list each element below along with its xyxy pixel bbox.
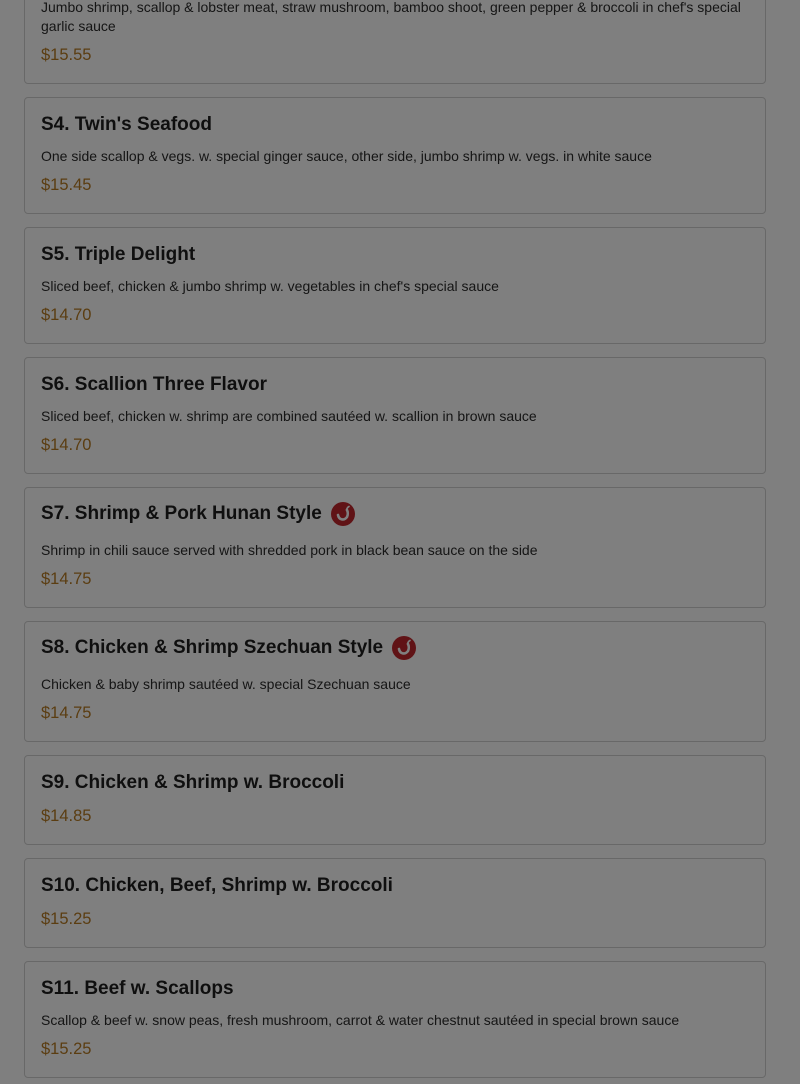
item-title: S4. Twin's Seafood <box>41 114 212 136</box>
item-name: S11. Beef w. Scallops <box>41 978 234 999</box>
menu-item-card[interactable]: S10. Chicken, Beef, Shrimp w. Broccoli $… <box>24 858 766 948</box>
menu-item-card[interactable]: Jumbo shrimp, scallop & lobster meat, st… <box>24 0 766 84</box>
item-title: S7. Shrimp & Pork Hunan Style <box>41 502 355 526</box>
item-title: S10. Chicken, Beef, Shrimp w. Broccoli <box>41 875 393 897</box>
item-name: S9. Chicken & Shrimp w. Broccoli <box>41 772 345 793</box>
item-name: S6. Scallion Three Flavor <box>41 374 267 395</box>
item-name: S7. Shrimp & Pork Hunan Style <box>41 503 322 524</box>
item-description: Jumbo shrimp, scallop & lobster meat, st… <box>41 0 741 34</box>
menu-item-card[interactable]: S11. Beef w. Scallops Scallop & beef w. … <box>24 961 766 1078</box>
item-price: $15.25 <box>41 1040 92 1058</box>
menu-item-card[interactable]: S7. Shrimp & Pork Hunan Style Shrimp in … <box>24 487 766 608</box>
item-description: Chicken & baby shrimp sautéed w. special… <box>41 676 411 692</box>
menu-item-card[interactable]: S8. Chicken & Shrimp Szechuan Style Chic… <box>24 621 766 742</box>
item-description: One side scallop & vegs. w. special ging… <box>41 148 652 164</box>
item-name: S10. Chicken, Beef, Shrimp w. Broccoli <box>41 875 393 896</box>
menu-item-card[interactable]: S6. Scallion Three Flavor Sliced beef, c… <box>24 357 766 474</box>
item-price: $15.55 <box>41 46 92 64</box>
item-price: $15.45 <box>41 176 92 194</box>
item-price: $14.75 <box>41 570 92 588</box>
item-name: S4. Twin's Seafood <box>41 114 212 135</box>
item-title: S5. Triple Delight <box>41 244 195 266</box>
item-description: Sliced beef, chicken & jumbo shrimp w. v… <box>41 278 499 294</box>
item-title: S6. Scallion Three Flavor <box>41 374 267 396</box>
item-description: Shrimp in chili sauce served with shredd… <box>41 542 538 558</box>
item-price: $14.70 <box>41 306 92 324</box>
item-name: S8. Chicken & Shrimp Szechuan Style <box>41 637 384 658</box>
item-title: S9. Chicken & Shrimp w. Broccoli <box>41 772 344 794</box>
item-price: $15.25 <box>41 910 92 928</box>
item-name: S5. Triple Delight <box>41 244 196 265</box>
chili-pepper-icon <box>392 636 417 660</box>
item-price: $14.75 <box>41 704 92 722</box>
item-price: $14.85 <box>41 807 92 825</box>
item-price: $14.70 <box>41 436 92 454</box>
menu-item-card[interactable]: S5. Triple Delight Sliced beef, chicken … <box>24 227 766 344</box>
item-title: S11. Beef w. Scallops <box>41 978 234 1000</box>
menu-item-card[interactable]: S9. Chicken & Shrimp w. Broccoli $14.85 <box>24 755 766 845</box>
item-title: S8. Chicken & Shrimp Szechuan Style <box>41 636 417 660</box>
menu-list: Jumbo shrimp, scallop & lobster meat, st… <box>0 0 800 1084</box>
item-description: Scallop & beef w. snow peas, fresh mushr… <box>41 1012 680 1028</box>
item-description: Sliced beef, chicken w. shrimp are combi… <box>41 408 537 424</box>
menu-item-card[interactable]: S4. Twin's Seafood One side scallop & ve… <box>24 97 766 214</box>
chili-pepper-icon <box>330 502 355 526</box>
